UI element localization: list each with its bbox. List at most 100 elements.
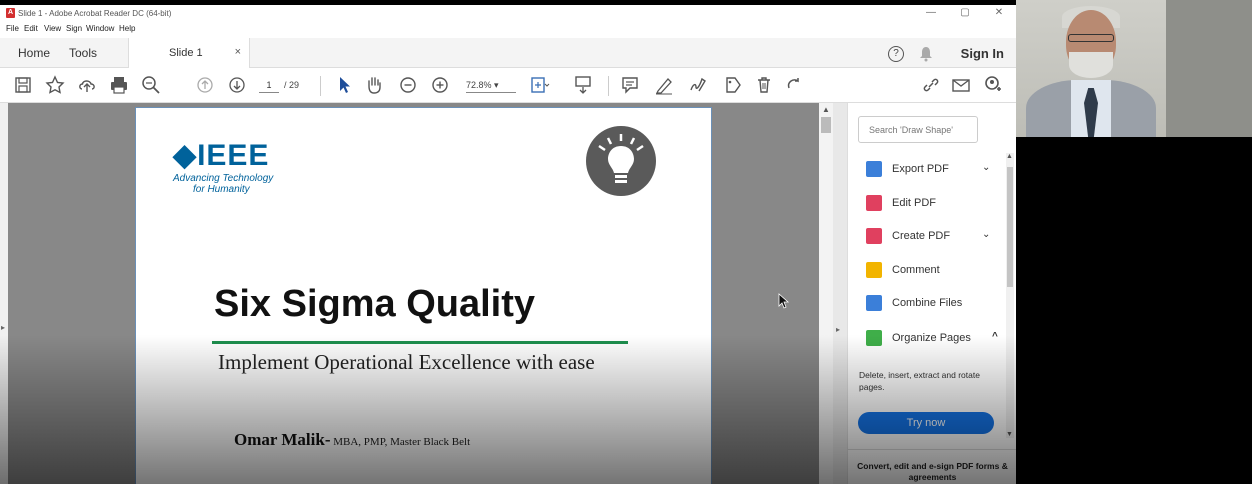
try-now-button[interactable]: Try now bbox=[858, 412, 994, 434]
zoom-in-icon[interactable] bbox=[429, 74, 451, 96]
tool-label: Create PDF bbox=[892, 230, 951, 242]
scroll-up-icon[interactable]: ▲ bbox=[822, 105, 830, 114]
document-tab-label: Slide 1 bbox=[169, 47, 203, 59]
author-name: Omar Malik- bbox=[234, 430, 331, 449]
bookmark-star-icon[interactable] bbox=[44, 74, 66, 96]
tool-create-pdf[interactable]: Create PDF ⌄ bbox=[866, 227, 1006, 247]
scroll-up-icon[interactable]: ▲ bbox=[1006, 153, 1013, 160]
chevron-up-icon[interactable]: ^ bbox=[992, 331, 998, 342]
page-total: / 29 bbox=[284, 80, 300, 90]
ieee-logo: ◆IEEE Advancing Technology for Humanity bbox=[173, 138, 273, 195]
select-cursor-icon[interactable] bbox=[333, 74, 355, 96]
author-credentials: MBA, PMP, Master Black Belt bbox=[330, 436, 471, 448]
tool-label: Comment bbox=[892, 264, 940, 276]
zoom-out-icon[interactable] bbox=[397, 74, 419, 96]
tab-document[interactable]: Slide 1 × bbox=[128, 38, 250, 68]
comment-icon[interactable] bbox=[619, 74, 641, 96]
share-link-icon[interactable] bbox=[920, 74, 942, 96]
delete-trash-icon[interactable] bbox=[753, 74, 775, 96]
tool-organize-pages[interactable]: Organize Pages ^ bbox=[866, 329, 1006, 349]
ieee-tagline-line1: Advancing Technology bbox=[173, 173, 274, 184]
tools-pane: Search 'Draw Shape' Export PDF ⌄ Edit PD… bbox=[847, 103, 1016, 484]
print-icon[interactable] bbox=[108, 74, 130, 96]
previous-page-icon[interactable] bbox=[194, 74, 216, 96]
tools-pane-scrollbar[interactable]: ▲ ▼ bbox=[1006, 153, 1014, 438]
sign-in-button[interactable]: Sign In bbox=[961, 46, 1004, 61]
email-icon[interactable] bbox=[950, 74, 972, 96]
minimize-button[interactable]: — bbox=[916, 6, 946, 20]
comment-tool-icon bbox=[866, 262, 882, 278]
hand-tool-icon[interactable] bbox=[363, 74, 385, 96]
menu-window[interactable]: Window bbox=[86, 24, 114, 33]
title-bar: A Slide 1 - Adobe Acrobat Reader DC (64-… bbox=[0, 5, 1016, 22]
tool-label: Organize Pages bbox=[892, 332, 971, 344]
page-number-input[interactable]: 1 bbox=[259, 77, 279, 93]
notifications-bell-icon[interactable] bbox=[919, 46, 933, 62]
help-icon[interactable]: ? bbox=[888, 46, 904, 62]
edit-pdf-icon bbox=[866, 195, 882, 211]
organize-pages-icon bbox=[866, 330, 882, 346]
tab-home[interactable]: Home bbox=[18, 46, 50, 60]
left-nav-pane-toggle[interactable]: ▸ bbox=[0, 103, 8, 484]
create-pdf-icon bbox=[866, 228, 882, 244]
scroll-mode-icon[interactable] bbox=[572, 74, 594, 96]
close-window-button[interactable]: ✕ bbox=[984, 6, 1014, 20]
menu-view[interactable]: View bbox=[44, 24, 61, 33]
black-background bbox=[1016, 137, 1252, 484]
menu-help[interactable]: Help bbox=[119, 24, 135, 33]
scrollbar-thumb[interactable] bbox=[821, 117, 831, 133]
tool-label: Edit PDF bbox=[892, 197, 937, 209]
organize-pages-description: Delete, insert, extract and rotate pages… bbox=[859, 370, 980, 392]
background-door bbox=[1166, 0, 1252, 137]
author-line: Omar Malik- MBA, PMP, Master Black Belt bbox=[234, 430, 470, 450]
tab-bar: Home Tools Slide 1 × ? Sign In bbox=[0, 38, 1016, 68]
document-scrollbar[interactable]: ▲ bbox=[819, 103, 833, 484]
sign-icon[interactable] bbox=[687, 74, 709, 96]
tool-export-pdf[interactable]: Export PDF ⌄ bbox=[866, 160, 1006, 180]
tool-comment[interactable]: Comment bbox=[866, 261, 1006, 281]
close-tab-icon[interactable]: × bbox=[235, 46, 241, 58]
ieee-logo-text: ◆IEEE bbox=[173, 139, 270, 172]
chevron-down-icon[interactable]: ⌄ bbox=[982, 229, 990, 240]
zoom-level-dropdown[interactable]: 72.8% ▾ bbox=[466, 77, 516, 93]
slide-subtitle: Implement Operational Excellence with ea… bbox=[218, 350, 595, 374]
maximize-button[interactable]: ▢ bbox=[950, 6, 980, 20]
tool-label: Combine Files bbox=[892, 297, 963, 309]
next-page-icon[interactable] bbox=[226, 74, 248, 96]
document-view[interactable]: ◆IEEE Advancing Technology for Humanity bbox=[8, 103, 835, 484]
toolbar-divider bbox=[608, 76, 609, 96]
stamp-icon[interactable] bbox=[721, 74, 743, 96]
menu-file[interactable]: File bbox=[6, 24, 19, 33]
lightbulb-icon bbox=[586, 126, 656, 196]
chevron-down-icon[interactable]: ⌄ bbox=[982, 162, 990, 173]
zoom-search-icon[interactable] bbox=[140, 74, 162, 96]
menu-sign[interactable]: Sign bbox=[66, 24, 82, 33]
upload-cloud-icon[interactable] bbox=[76, 74, 98, 96]
presenter-webcam bbox=[1016, 0, 1252, 137]
highlight-pen-icon[interactable] bbox=[653, 74, 675, 96]
scroll-down-icon[interactable]: ▼ bbox=[1006, 431, 1013, 438]
tool-label: Export PDF bbox=[892, 163, 949, 175]
rotate-icon[interactable] bbox=[783, 74, 805, 96]
fit-page-icon[interactable] bbox=[528, 74, 550, 96]
menu-edit[interactable]: Edit bbox=[24, 24, 38, 33]
presenter-beard bbox=[1069, 52, 1113, 78]
combine-files-icon bbox=[866, 295, 882, 311]
scrollbar-thumb[interactable] bbox=[1007, 167, 1013, 287]
ieee-tagline-line2: for Humanity bbox=[193, 184, 250, 195]
tool-combine-files[interactable]: Combine Files bbox=[866, 294, 1006, 314]
slide-title: Six Sigma Quality bbox=[214, 283, 535, 325]
save-icon[interactable] bbox=[12, 74, 34, 96]
promo-text: Convert, edit and e-sign PDF forms & agr… bbox=[848, 449, 1016, 484]
export-pdf-icon bbox=[866, 161, 882, 177]
acrobat-logo-icon: A bbox=[6, 8, 15, 18]
window-title: Slide 1 - Adobe Acrobat Reader DC (64-bi… bbox=[18, 9, 172, 18]
acrobat-window: A Slide 1 - Adobe Acrobat Reader DC (64-… bbox=[0, 5, 1016, 484]
toolbar-divider bbox=[320, 76, 321, 96]
tools-search-input[interactable]: Search 'Draw Shape' bbox=[858, 116, 978, 143]
add-user-icon[interactable] bbox=[982, 74, 1004, 96]
right-pane-collapse-toggle[interactable]: ▸ bbox=[833, 103, 847, 484]
tool-edit-pdf[interactable]: Edit PDF bbox=[866, 194, 1006, 214]
tab-tools[interactable]: Tools bbox=[69, 46, 97, 60]
menu-bar: File Edit View Sign Window Help bbox=[0, 22, 1016, 36]
